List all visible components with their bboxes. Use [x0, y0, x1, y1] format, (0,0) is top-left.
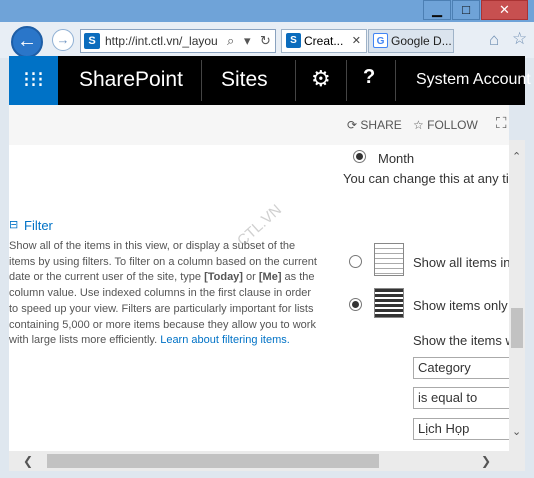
tab-google-docs[interactable]: G Google D...: [368, 29, 454, 53]
close-tab-icon[interactable]: ✕: [352, 30, 361, 52]
close-window-button[interactable]: ✕: [481, 0, 528, 20]
filter-operator-select[interactable]: is equal to: [413, 387, 509, 409]
share-icon: ⟳: [347, 118, 358, 132]
scroll-up-icon[interactable]: ⌃: [512, 150, 521, 163]
scroll-down-icon[interactable]: ⌄: [512, 425, 521, 438]
refresh-icon[interactable]: ↻: [260, 33, 271, 49]
filtered-list-icon: [374, 288, 404, 318]
scrollbar-corner: [509, 451, 525, 471]
forward-button[interactable]: →: [52, 29, 74, 51]
tab-label: Creat...: [304, 34, 344, 48]
favorites-star-icon[interactable]: ☆: [512, 29, 527, 49]
maximize-button[interactable]: □: [452, 0, 480, 20]
search-icon[interactable]: ⌕: [227, 33, 234, 49]
chevron-down-icon[interactable]: ▾: [244, 33, 251, 49]
scroll-right-icon[interactable]: ❯: [481, 454, 491, 468]
me-token: [Me]: [258, 271, 282, 284]
show-items-when-label: Show the items w: [413, 333, 509, 348]
focus-content-icon[interactable]: ⛶: [496, 115, 507, 132]
actions-bar: ⟳ SHARE ☆ FOLLOW ⛶: [9, 105, 509, 145]
collapse-icon[interactable]: ⊟: [9, 218, 18, 231]
sites-link[interactable]: Sites: [221, 68, 268, 92]
horizontal-scrollbar[interactable]: ❮ ❯: [9, 451, 509, 471]
star-icon: ☆: [413, 118, 424, 132]
home-icon[interactable]: ⌂: [489, 30, 499, 50]
share-label: SHARE: [360, 118, 402, 132]
share-button[interactable]: ⟳ SHARE: [347, 118, 402, 132]
show-all-items-radio[interactable]: [349, 255, 362, 268]
show-all-items-label: Show all items in: [413, 255, 509, 270]
divider: [201, 60, 202, 101]
filter-column-select[interactable]: Category: [413, 357, 509, 379]
filter-desc-text: or: [242, 271, 259, 284]
filter-value-input[interactable]: Lịch Họp: [413, 418, 509, 440]
tab-label: Google D...: [391, 34, 452, 48]
help-icon[interactable]: ?: [363, 66, 375, 89]
suite-bar: ⁝⁝⁝ SharePoint Sites ⚙ ? System Account: [9, 56, 531, 105]
google-tab-icon: G: [373, 33, 388, 48]
today-token: [Today]: [204, 271, 243, 284]
vertical-scrollbar[interactable]: ⌃ ⌄: [509, 140, 525, 451]
address-url[interactable]: http://int.ctl.vn/_layou: [105, 34, 225, 48]
show-items-only-label: Show items only: [413, 298, 508, 313]
address-bar[interactable]: S http://int.ctl.vn/_layou ⌕ ▾ ↻: [80, 29, 276, 53]
list-icon: [374, 243, 404, 276]
gear-icon[interactable]: ⚙: [311, 66, 331, 92]
minimize-button[interactable]: ▁: [423, 0, 451, 20]
window-titlebar: ▁ □ ✕: [0, 0, 534, 22]
follow-label: FOLLOW: [427, 118, 478, 132]
follow-button[interactable]: ☆ FOLLOW: [413, 118, 478, 132]
tab-create[interactable]: S Creat... ✕: [281, 29, 367, 53]
filter-description: Show all of the items in this view, or d…: [9, 239, 319, 349]
divider: [395, 60, 396, 101]
scroll-thumb[interactable]: [511, 308, 523, 348]
learn-filtering-link[interactable]: Learn about filtering items.: [160, 334, 290, 346]
filter-heading[interactable]: Filter: [24, 218, 53, 233]
page-content: ⟳ SHARE ☆ FOLLOW ⛶ Month You can change …: [9, 105, 509, 451]
brand-title[interactable]: SharePoint: [79, 68, 183, 92]
change-note: You can change this at any ti: [343, 171, 509, 186]
divider: [295, 60, 296, 101]
scroll-thumb[interactable]: [47, 454, 379, 468]
month-radio[interactable]: [353, 150, 366, 163]
divider: [346, 60, 347, 101]
account-menu[interactable]: System Account: [416, 71, 531, 89]
app-launcher-icon[interactable]: ⁝⁝⁝: [9, 56, 58, 105]
sharepoint-site-icon: S: [84, 33, 100, 49]
browser-navbar: ← → S http://int.ctl.vn/_layou ⌕ ▾ ↻ S C…: [0, 22, 534, 58]
month-label: Month: [378, 151, 415, 166]
sharepoint-tab-icon: S: [286, 33, 301, 48]
show-items-only-radio[interactable]: [349, 298, 362, 311]
scroll-left-icon[interactable]: ❮: [23, 454, 33, 468]
back-button[interactable]: ←: [11, 26, 43, 58]
